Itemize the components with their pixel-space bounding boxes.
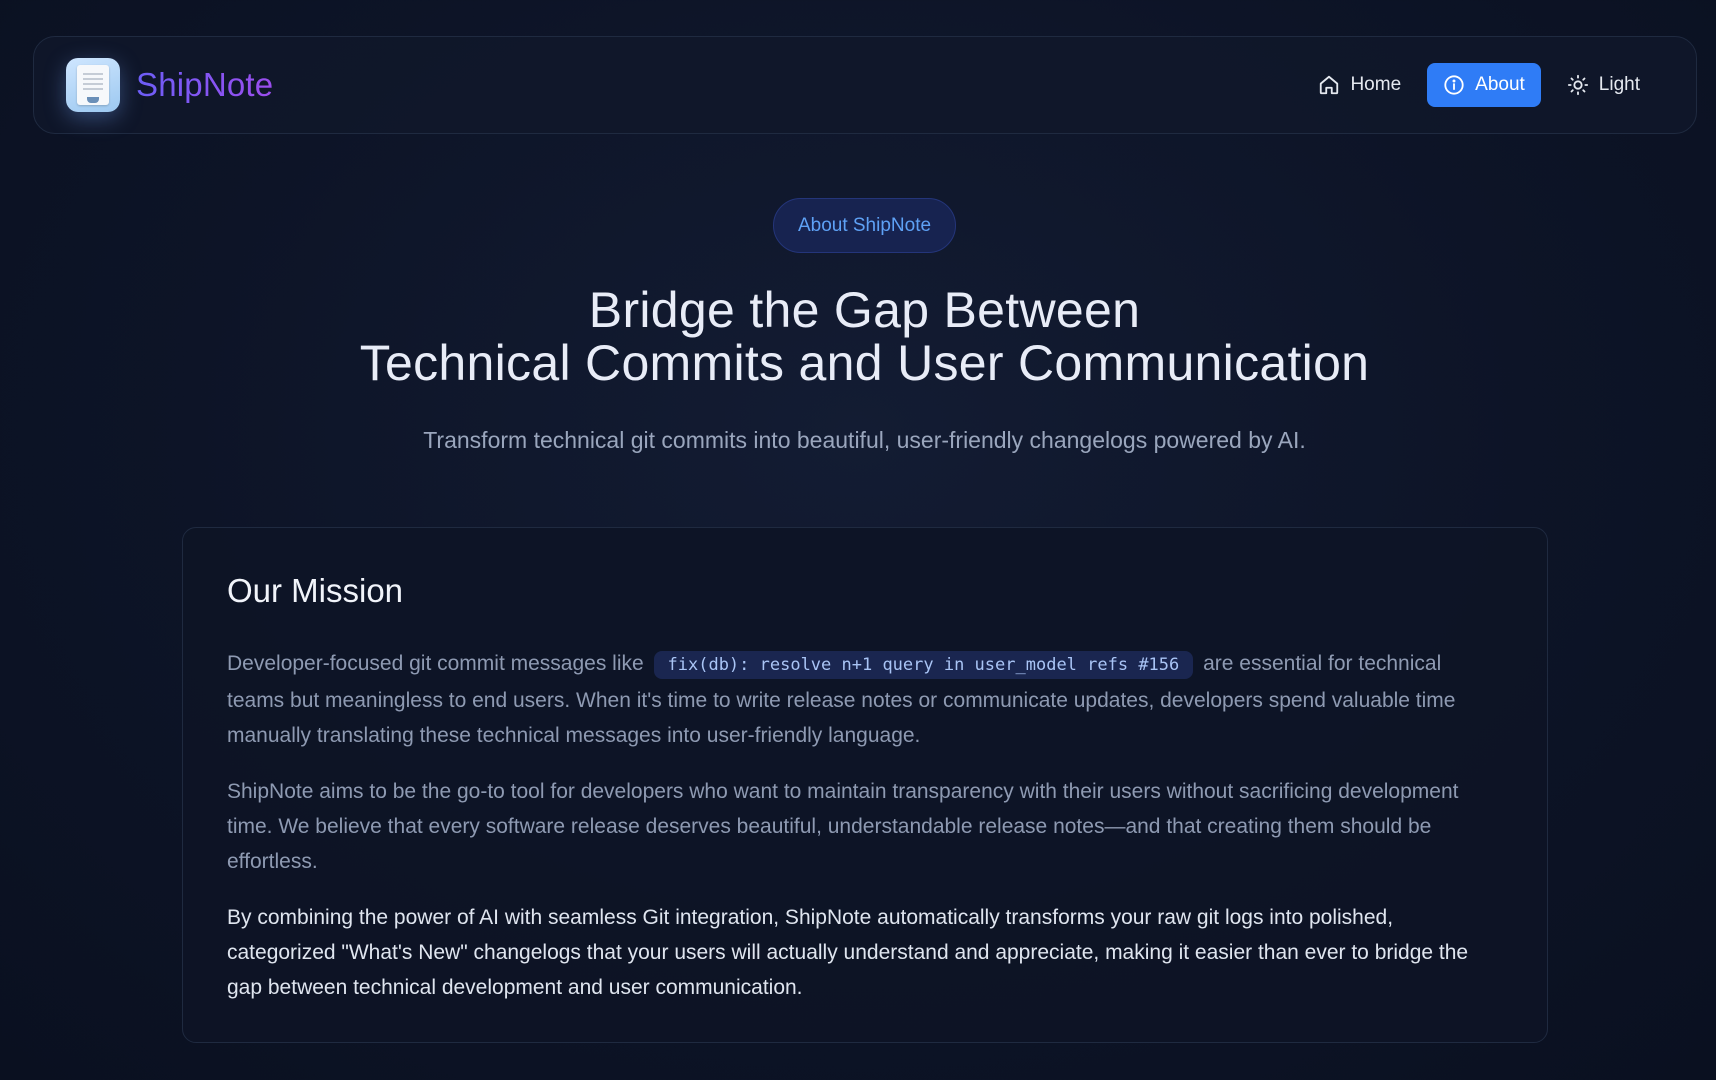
commit-example-code: fix(db): resolve n+1 query in user_model… [653,651,1194,679]
brand-name[interactable]: ShipNote [136,66,273,104]
mission-card: Our Mission Developer-focused git commit… [182,527,1548,1043]
mission-paragraph-3: By combining the power of AI with seamle… [227,906,1469,999]
title-line-2: Technical Commits and User Communication [359,335,1370,391]
info-icon [1444,75,1464,95]
nav-home-label: Home [1350,74,1402,95]
nav-about-label: About [1475,74,1525,95]
theme-toggle[interactable]: Light [1551,63,1656,107]
main-nav: Home About Light [1302,63,1656,107]
logo-icon [66,58,120,112]
top-navbar: ShipNote Home About Light [33,36,1697,134]
about-badge: About ShipNote [773,198,956,253]
mission-paragraph-1: Developer-focused git commit messages li… [227,646,1503,753]
mission-p1-before: Developer-focused git commit messages li… [227,652,644,675]
mission-title: Our Mission [227,572,404,609]
mission-paragraph-2: ShipNote aims to be the go-to tool for d… [227,780,1459,873]
nav-home[interactable]: Home [1302,63,1417,107]
sun-icon [1567,74,1588,96]
page-subtitle: Transform technical git commits into bea… [423,427,1306,453]
theme-toggle-label: Light [1598,74,1640,95]
brand[interactable]: ShipNote [66,58,273,112]
page-title: Bridge the Gap Between Technical Commits… [0,284,1716,390]
title-line-1: Bridge the Gap Between [588,282,1141,338]
home-icon [1320,75,1339,95]
nav-about[interactable]: About [1427,63,1541,107]
